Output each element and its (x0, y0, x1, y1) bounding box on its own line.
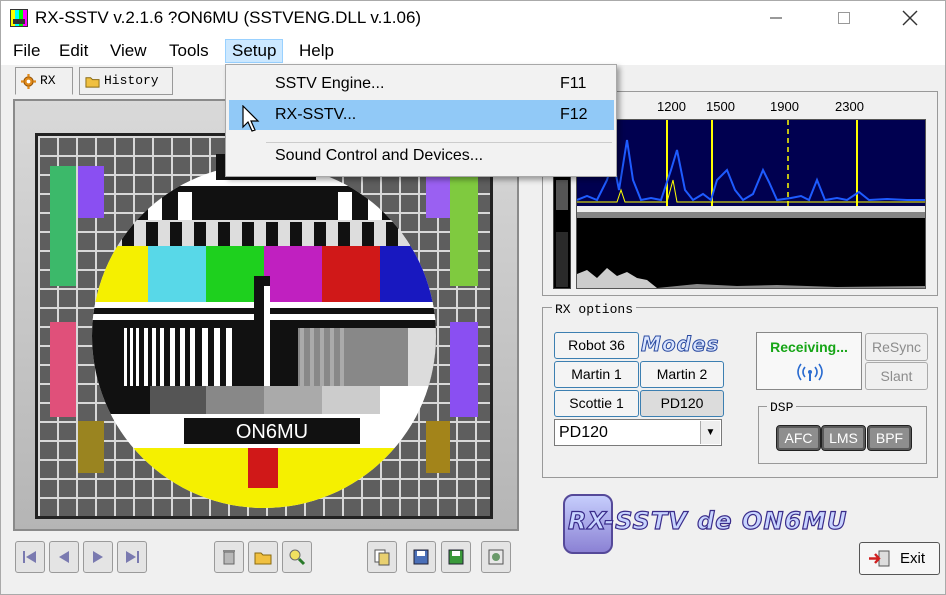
close-button[interactable] (887, 1, 933, 35)
mode-scottie1-button[interactable]: Scottie 1 (554, 390, 639, 417)
title-bar: RX-SSTV v.2.1.6 ?ON6MU (SSTVENG.DLL v.1.… (1, 1, 945, 35)
menu-view[interactable]: View (104, 39, 153, 63)
mouse-cursor-icon (242, 105, 260, 132)
zoom-button[interactable] (282, 541, 312, 573)
exit-icon (869, 550, 890, 567)
window-title: RX-SSTV v.2.1.6 ?ON6MU (SSTVENG.DLL v.1.… (35, 8, 422, 27)
modes-logo: Modes (641, 332, 720, 357)
mode-select-value: PD120 (559, 424, 608, 441)
first-button[interactable] (15, 541, 45, 573)
spectrum-trace (576, 120, 925, 206)
test-card-image: RX-SSTV ON6MU (38, 136, 490, 516)
freq-label-1900: 1900 (770, 99, 799, 114)
afc-button[interactable]: AFC (776, 425, 821, 451)
tab-history[interactable]: History (79, 67, 173, 95)
mode-select[interactable]: PD120 ▼ (554, 419, 722, 446)
mode-robot36-button[interactable]: Robot 36 (554, 332, 639, 359)
menu-item-sstv-engine[interactable]: SSTV Engine... F11 (229, 69, 614, 99)
tab-rx[interactable]: RX (15, 67, 73, 95)
maximize-button[interactable] (821, 1, 867, 35)
delete-icon (223, 550, 235, 565)
settings-icon (488, 549, 504, 565)
minimize-icon (770, 17, 782, 19)
slant-button[interactable]: Slant (865, 362, 928, 390)
resync-button[interactable]: ReSync (865, 333, 928, 361)
chevron-down-icon: ▼ (700, 421, 720, 444)
mode-pd120-button[interactable]: PD120 (640, 390, 724, 417)
main-window: RX-SSTV v.2.1.6 ?ON6MU (SSTVENG.DLL v.1.… (0, 0, 946, 595)
prev-button[interactable] (49, 541, 79, 573)
exit-button[interactable]: Exit (859, 542, 940, 575)
waterfall-trace (577, 212, 925, 288)
menu-item-sstv-engine-shortcut: F11 (560, 75, 587, 92)
mode-martin1-button[interactable]: Martin 1 (554, 361, 639, 388)
prev-icon (59, 551, 69, 563)
bpf-button[interactable]: BPF (867, 425, 912, 451)
menu-item-rx-sstv-label: RX-SSTV... (275, 106, 357, 123)
lms-button[interactable]: LMS (821, 425, 866, 451)
save-icon (413, 549, 429, 565)
receiving-status: Receiving... (770, 339, 848, 355)
menu-item-sound-control-label: Sound Control and Devices... (275, 147, 484, 164)
copy-button[interactable] (367, 541, 397, 573)
level-meter (553, 171, 571, 289)
menu-tools[interactable]: Tools (163, 39, 215, 63)
menu-edit[interactable]: Edit (53, 39, 94, 63)
settings-button[interactable] (481, 541, 511, 573)
minimize-button[interactable] (753, 1, 799, 35)
freq-label-1200: 1200 (657, 99, 686, 114)
menu-item-sound-control[interactable]: Sound Control and Devices... (229, 141, 614, 171)
save-all-button[interactable] (441, 541, 471, 573)
mode-martin2-button[interactable]: Martin 2 (640, 361, 724, 388)
menu-item-sstv-engine-label: SSTV Engine... (275, 75, 385, 92)
receiving-status-box: Receiving... (756, 332, 862, 390)
delete-button[interactable] (214, 541, 244, 573)
app-logo: RX-SSTV de ON6MU (567, 506, 848, 535)
image-callsign: ON6MU (236, 421, 308, 443)
spectrum-display (576, 120, 925, 206)
close-icon (902, 10, 918, 26)
open-folder-icon (254, 552, 272, 565)
menu-bar: File Edit View Tools Setup Help (1, 35, 945, 65)
dsp-title: DSP (767, 400, 797, 415)
gear-icon (21, 74, 36, 89)
menu-help[interactable]: Help (293, 39, 340, 63)
next-icon (93, 551, 103, 563)
last-button[interactable] (117, 541, 147, 573)
setup-menu-dropdown: SSTV Engine... F11 RX-SSTV... F12 Sound … (225, 64, 617, 177)
first-icon (23, 551, 36, 563)
menu-item-rx-sstv[interactable]: RX-SSTV... F12 (229, 100, 614, 130)
next-button[interactable] (83, 541, 113, 573)
save-all-icon (448, 549, 464, 565)
save-button[interactable] (406, 541, 436, 573)
freq-label-1500: 1500 (706, 99, 735, 114)
tab-history-label: History (104, 73, 159, 88)
menu-setup[interactable]: Setup (225, 39, 284, 63)
open-folder-button[interactable] (248, 541, 278, 573)
sstv-image: RX-SSTV ON6MU (35, 133, 493, 519)
exit-label: Exit (900, 550, 926, 567)
rx-options-title: RX options (552, 302, 637, 317)
menu-item-rx-sstv-shortcut: F12 (560, 106, 588, 123)
copy-icon (374, 549, 390, 566)
freq-label-2300: 2300 (835, 99, 864, 114)
last-icon (126, 551, 139, 563)
waterfall-display (576, 119, 926, 289)
tab-rx-label: RX (40, 73, 56, 88)
zoom-icon (289, 549, 306, 566)
app-icon (10, 9, 28, 27)
folder-icon (85, 77, 100, 88)
maximize-icon (838, 12, 850, 24)
menu-file[interactable]: File (7, 39, 46, 63)
antenna-icon (797, 363, 823, 381)
